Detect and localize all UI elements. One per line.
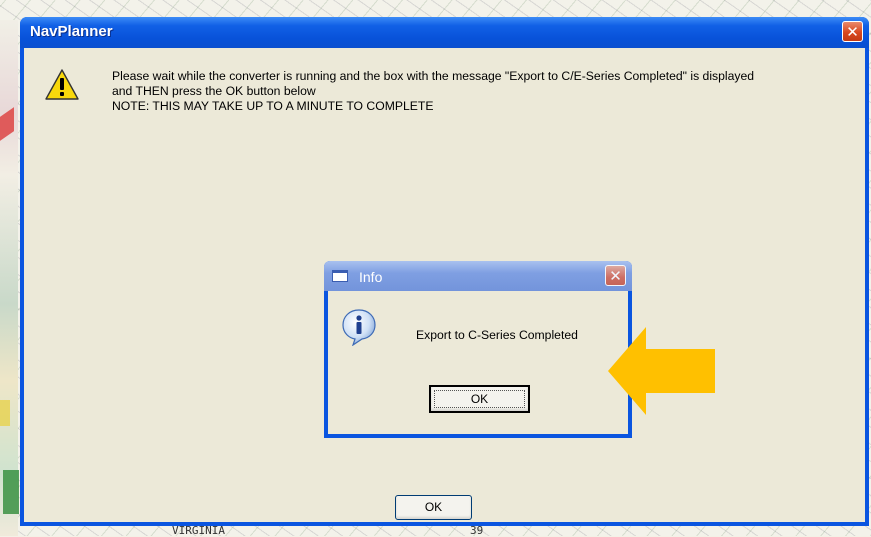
- info-ok-button[interactable]: OK: [429, 385, 530, 413]
- message-line: and THEN press the OK button below: [112, 84, 316, 98]
- focus-indicator: [434, 390, 525, 408]
- warning-icon: [45, 69, 79, 100]
- info-message: Export to C-Series Completed: [416, 328, 578, 342]
- info-body: Export to C-Series Completed OK: [328, 291, 628, 434]
- close-icon: ✕: [846, 23, 859, 41]
- message-line: NOTE: THIS MAY TAKE UP TO A MINUTE TO CO…: [112, 99, 434, 113]
- info-close-button[interactable]: ✕: [605, 265, 626, 286]
- close-icon: ✕: [609, 267, 622, 285]
- information-icon: [342, 309, 376, 346]
- arrow-left-icon: [608, 327, 715, 415]
- map-edge: [0, 20, 18, 536]
- window-icon: [332, 270, 348, 282]
- dialog-message: Please wait while the converter is runni…: [112, 69, 852, 114]
- message-line: Please wait while the converter is runni…: [112, 69, 755, 83]
- info-title: Info: [359, 269, 383, 285]
- info-title-bar[interactable]: Info ✕: [324, 261, 632, 291]
- info-dialog: Info ✕ Export to C-Series Completed OK: [324, 261, 632, 438]
- window-title: NavPlanner: [30, 23, 113, 40]
- map-road-segment: [0, 400, 10, 426]
- close-button[interactable]: ✕: [842, 21, 863, 42]
- title-bar[interactable]: NavPlanner ✕: [20, 17, 869, 48]
- ok-button[interactable]: OK: [395, 495, 472, 520]
- map-park-area: [3, 470, 19, 514]
